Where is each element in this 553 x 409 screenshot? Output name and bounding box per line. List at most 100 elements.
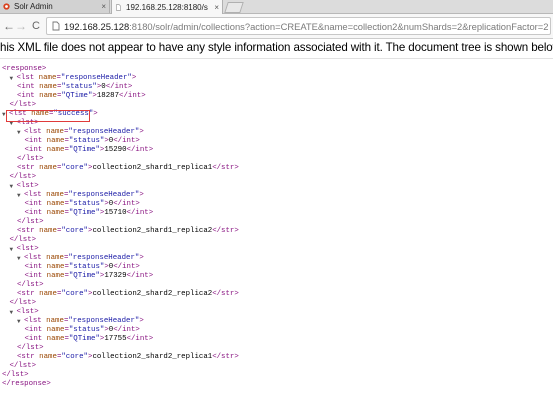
xml-close-tag: </int> [126, 335, 154, 343]
xml-line: </lst> [17, 155, 44, 164]
xml-open-tag: <str [17, 290, 35, 298]
collapse-toggle-icon[interactable]: ▼ [17, 254, 21, 263]
xml-attr-value: "status" [68, 263, 105, 271]
xml-attr-name: name [42, 272, 65, 280]
tab-solr-admin[interactable]: Solr Admin × [0, 0, 110, 13]
forward-arrow-icon[interactable]: → [14, 18, 28, 34]
collapse-toggle-icon[interactable]: ▼ [10, 182, 14, 191]
xml-close-tag: </int> [113, 200, 140, 208]
xml-open-tag: <lst [16, 74, 35, 82]
xml-style-notice: his XML file does not appear to have any… [0, 39, 553, 59]
tab-close-icon[interactable]: × [214, 3, 219, 12]
collapse-toggle-icon[interactable]: ▼ [17, 317, 21, 326]
xml-close-tag: </int> [113, 263, 140, 271]
xml-line: ▼ <lst> [10, 182, 39, 191]
collapse-toggle-icon[interactable]: ▼ [10, 74, 14, 83]
address-bar: ← → C 192.168.25.128:8180/solr/admin/col… [0, 14, 553, 39]
xml-open-tag: <lst [24, 191, 42, 199]
xml-close-tag: </lst> [17, 218, 44, 226]
xml-attr-name: name [41, 128, 64, 136]
xml-open-tag: <lst [16, 182, 35, 190]
xml-attr-value: "responseHeader" [68, 254, 140, 262]
xml-close-tag: </lst> [9, 299, 37, 307]
xml-line: </lst> [10, 101, 37, 110]
solr-favicon-icon [3, 3, 10, 10]
tab-label: Solr Admin [14, 2, 53, 11]
xml-attr-name: name [41, 191, 64, 199]
xml-line: <int name="QTime">17329</int> [25, 272, 154, 281]
page-info-icon[interactable] [51, 21, 61, 31]
new-tab-button[interactable] [224, 2, 244, 13]
xml-attr-value: "responseHeader" [68, 191, 140, 199]
xml-open-tag: <int [17, 83, 35, 91]
xml-open-tag: <lst [16, 308, 35, 316]
xml-attr-name: name [42, 200, 65, 208]
xml-attr-value: "core" [61, 164, 88, 172]
xml-line: ▼ <lst name="responseHeader"> [17, 191, 144, 200]
xml-line: <int name="QTime">15710</int> [25, 209, 154, 218]
xml-text-value: 15710 [104, 209, 127, 217]
tab-collections-api[interactable]: 192.168.25.128:8180/s × [111, 0, 223, 14]
xml-attr-value: "QTime" [61, 92, 93, 100]
xml-line: </lst> [2, 371, 29, 380]
xml-attr-name: name [42, 263, 65, 271]
xml-attr-name: name [42, 326, 65, 334]
xml-open-tag: <int [24, 263, 43, 271]
xml-line: <str name="core">collection2_shard2_repl… [17, 290, 239, 299]
xml-close-tag: </str> [212, 164, 239, 172]
xml-line: <int name="QTime">18287</int> [17, 92, 146, 101]
xml-line: <int name="status">0</int> [25, 263, 140, 272]
xml-open-tag: <response [2, 65, 42, 73]
xml-close-tag: </str> [212, 227, 239, 235]
xml-attr-name: name [41, 254, 64, 262]
xml-close-tag: </str> [212, 353, 239, 361]
xml-close-tag: </lst> [17, 344, 44, 352]
xml-tag-end: > [34, 182, 39, 190]
xml-line: </lst> [17, 218, 44, 227]
collapse-toggle-icon[interactable]: ▼ [10, 308, 14, 317]
xml-close-tag: </int> [126, 272, 154, 280]
xml-line: ▼ <lst name="responseHeader"> [10, 74, 137, 83]
xml-attr-name: name [34, 353, 57, 361]
xml-line: <str name="core">collection2_shard2_repl… [17, 353, 239, 362]
url-input[interactable]: 192.168.25.128:8180/solr/admin/collectio… [46, 17, 551, 35]
xml-line: <int name="status">0</int> [25, 326, 140, 335]
xml-line: </lst> [17, 281, 44, 290]
tab-label: 192.168.25.128:8180/s [126, 2, 208, 12]
collapse-toggle-icon[interactable]: ▼ [17, 128, 21, 137]
reload-icon[interactable]: C [29, 18, 43, 34]
xml-open-tag: <lst [24, 254, 42, 262]
xml-line: <int name="status">0</int> [25, 137, 140, 146]
xml-line: ▼ <lst> [10, 308, 39, 317]
xml-open-tag: <int [24, 272, 43, 280]
xml-attr-value: "core" [61, 353, 88, 361]
collapse-toggle-icon[interactable]: ▼ [10, 245, 14, 254]
xml-attr-value: "status" [68, 326, 105, 334]
xml-attr-name: name [34, 290, 57, 298]
xml-attr-value: "QTime" [68, 209, 100, 217]
xml-open-tag: <int [24, 146, 43, 154]
xml-line: ▼ <lst name="responseHeader"> [17, 254, 144, 263]
xml-close-tag: </response> [2, 380, 51, 388]
xml-line: <str name="core">collection2_shard1_repl… [17, 164, 239, 173]
xml-close-tag: </int> [105, 83, 133, 91]
xml-close-tag: </int> [113, 326, 140, 334]
xml-tag-end: > [139, 191, 144, 199]
xml-close-tag: </lst> [9, 101, 37, 109]
xml-attr-value: "responseHeader" [60, 74, 132, 82]
xml-attr-value: "QTime" [68, 146, 100, 154]
tab-close-icon[interactable]: × [101, 2, 106, 11]
xml-line: </lst> [17, 344, 44, 353]
xml-tag-end: > [34, 245, 39, 253]
xml-attr-name: name [42, 335, 65, 343]
xml-close-tag: </lst> [2, 371, 29, 379]
xml-close-tag: </lst> [9, 236, 37, 244]
xml-line: </lst> [10, 236, 37, 245]
xml-attr-name: name [41, 317, 64, 325]
xml-open-tag: <str [17, 227, 35, 235]
xml-text-value: collection2_shard2_replica2 [92, 290, 213, 298]
notice-text: his XML file does not appear to have any… [0, 41, 553, 54]
xml-attr-value: "status" [68, 200, 105, 208]
xml-open-tag: <lst [24, 128, 42, 136]
collapse-toggle-icon[interactable]: ▼ [17, 191, 21, 200]
